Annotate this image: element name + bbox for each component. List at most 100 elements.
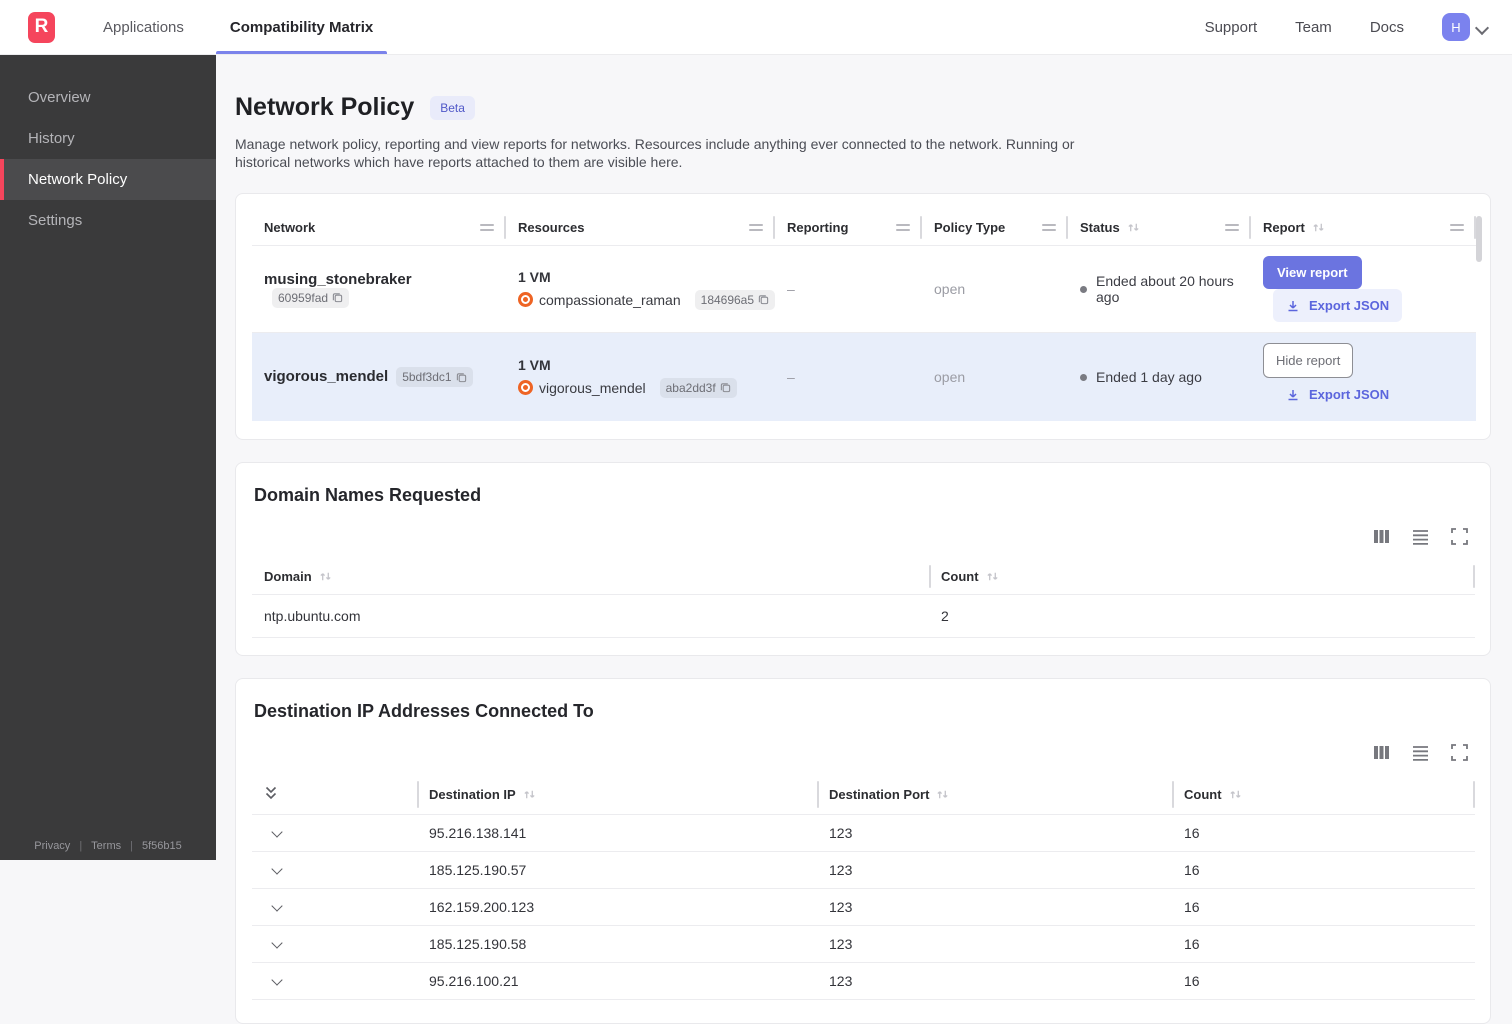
page-title: Network Policy bbox=[235, 93, 414, 122]
table-toolbar bbox=[252, 528, 1468, 545]
columns-icon[interactable] bbox=[1373, 744, 1390, 761]
col-domain[interactable]: Domain bbox=[252, 559, 929, 595]
sidebar-item-settings[interactable]: Settings bbox=[0, 200, 216, 241]
sort-icon[interactable] bbox=[523, 788, 536, 801]
destination-ip: 185.125.190.57 bbox=[417, 851, 817, 888]
col-resources: Resources bbox=[506, 210, 775, 246]
table-row-vigorous-mendel[interactable]: vigorous_mendel5bdf3dc1 1 VM vigorous_me… bbox=[252, 333, 1476, 422]
row-expand-icon[interactable] bbox=[272, 976, 282, 986]
user-menu[interactable]: H bbox=[1442, 13, 1488, 41]
domains-card-title: Domain Names Requested bbox=[252, 479, 1474, 506]
col-count[interactable]: Count bbox=[1172, 775, 1475, 815]
expand-icon[interactable] bbox=[1451, 744, 1468, 761]
page-description: Manage network policy, reporting and vie… bbox=[235, 135, 1115, 171]
network-hash-badge[interactable]: 60959fad bbox=[272, 288, 349, 308]
table-row[interactable]: 162.159.200.123 123 16 bbox=[252, 888, 1475, 925]
column-resize-handle[interactable] bbox=[480, 224, 494, 231]
expand-icon[interactable] bbox=[1451, 528, 1468, 545]
destination-ip: 185.125.190.58 bbox=[417, 925, 817, 962]
sort-icon[interactable] bbox=[1229, 788, 1242, 801]
nav-link-team[interactable]: Team bbox=[1295, 19, 1332, 36]
divider: | bbox=[79, 840, 82, 852]
row-expand-icon[interactable] bbox=[272, 939, 282, 949]
table-row[interactable]: 95.216.100.21 123 16 bbox=[252, 962, 1475, 999]
column-resize-handle[interactable] bbox=[1042, 224, 1056, 231]
sidebar-item-history[interactable]: History bbox=[0, 118, 216, 159]
destination-port: 123 bbox=[817, 851, 1172, 888]
row-expand-icon[interactable] bbox=[272, 828, 282, 838]
top-navbar: R Applications Compatibility Matrix Supp… bbox=[0, 0, 1512, 55]
col-report[interactable]: Report bbox=[1251, 210, 1476, 246]
sidebar-footer: Privacy | Terms | 5f56b15 bbox=[0, 840, 216, 852]
navbar-right: Support Team Docs H bbox=[1205, 13, 1512, 41]
table-toolbar bbox=[252, 744, 1468, 761]
row-expand-icon[interactable] bbox=[272, 865, 282, 875]
col-destination-port[interactable]: Destination Port bbox=[817, 775, 1172, 815]
export-json-button[interactable]: Export JSON bbox=[1273, 289, 1402, 322]
copy-icon bbox=[758, 294, 769, 305]
tab-compatibility-matrix[interactable]: Compatibility Matrix bbox=[216, 0, 387, 54]
row-density-icon[interactable] bbox=[1412, 528, 1429, 545]
col-destination-ip[interactable]: Destination IP bbox=[417, 775, 817, 815]
reporting-value: – bbox=[775, 333, 922, 422]
main-content: Network Policy Beta Manage network polic… bbox=[216, 55, 1512, 1024]
column-resize-handle[interactable] bbox=[1225, 224, 1239, 231]
table-row[interactable]: 185.125.190.58 123 16 bbox=[252, 925, 1475, 962]
count-value: 16 bbox=[1172, 925, 1475, 962]
domains-table-header: Domain Count bbox=[252, 559, 1475, 595]
sidebar-item-network-policy[interactable]: Network Policy bbox=[0, 159, 216, 200]
column-resize-handle[interactable] bbox=[749, 224, 763, 231]
privacy-link[interactable]: Privacy bbox=[34, 840, 70, 852]
nav-link-support[interactable]: Support bbox=[1205, 19, 1258, 36]
vm-count: 1 VM bbox=[518, 357, 763, 373]
col-policy-type: Policy Type bbox=[922, 210, 1068, 246]
vm-count: 1 VM bbox=[518, 269, 763, 285]
col-count[interactable]: Count bbox=[929, 559, 1475, 595]
sort-icon[interactable] bbox=[319, 570, 332, 583]
column-resize-handle[interactable] bbox=[1450, 224, 1464, 231]
double-chevron-down-icon bbox=[264, 785, 278, 801]
count-value: 2 bbox=[929, 595, 1475, 638]
reporting-value: – bbox=[775, 246, 922, 333]
domain-value: ntp.ubuntu.com bbox=[252, 595, 929, 638]
table-scrollbar[interactable] bbox=[1476, 216, 1482, 262]
table-row[interactable]: ntp.ubuntu.com 2 bbox=[252, 595, 1475, 638]
columns-icon[interactable] bbox=[1373, 528, 1390, 545]
download-icon bbox=[1286, 388, 1300, 402]
destination-ip: 162.159.200.123 bbox=[417, 888, 817, 925]
page-header: Network Policy Beta bbox=[235, 93, 1491, 122]
col-status[interactable]: Status bbox=[1068, 210, 1251, 246]
copy-icon bbox=[332, 292, 343, 303]
col-expand-all[interactable] bbox=[252, 775, 417, 815]
chevron-down-icon[interactable] bbox=[1476, 21, 1488, 33]
destination-port: 123 bbox=[817, 888, 1172, 925]
tab-applications[interactable]: Applications bbox=[89, 0, 198, 54]
sidebar-item-overview[interactable]: Overview bbox=[0, 77, 216, 118]
table-row-musing-stonebraker[interactable]: musing_stonebraker60959fad 1 VM compassi… bbox=[252, 246, 1476, 333]
network-hash-badge[interactable]: 5bdf3dc1 bbox=[396, 367, 472, 387]
column-resize-handle[interactable] bbox=[896, 224, 910, 231]
download-icon bbox=[1286, 299, 1300, 313]
table-row[interactable]: 95.216.138.141 123 16 bbox=[252, 814, 1475, 851]
sort-icon[interactable] bbox=[936, 788, 949, 801]
nav-tabs: Applications Compatibility Matrix bbox=[89, 0, 405, 54]
row-expand-icon[interactable] bbox=[272, 902, 282, 912]
table-row[interactable]: 185.125.190.57 123 16 bbox=[252, 851, 1475, 888]
count-value: 16 bbox=[1172, 851, 1475, 888]
destinations-table: Destination IP Destination Port Count 95… bbox=[252, 775, 1475, 1008]
export-json-button[interactable]: Export JSON bbox=[1273, 378, 1402, 411]
row-density-icon[interactable] bbox=[1412, 744, 1429, 761]
hide-report-button[interactable]: Hide report bbox=[1263, 343, 1353, 378]
sort-icon[interactable] bbox=[986, 570, 999, 583]
avatar[interactable]: H bbox=[1442, 13, 1470, 41]
view-report-button[interactable]: View report bbox=[1263, 256, 1362, 289]
resource-hash-badge[interactable]: 184696a5 bbox=[695, 290, 775, 310]
nav-link-docs[interactable]: Docs bbox=[1370, 19, 1404, 36]
resource-hash-badge[interactable]: aba2dd3f bbox=[660, 378, 737, 398]
sort-icon[interactable] bbox=[1127, 221, 1140, 234]
terms-link[interactable]: Terms bbox=[91, 840, 121, 852]
destinations-card: Destination IP Addresses Connected To De… bbox=[235, 678, 1491, 1024]
app-logo[interactable]: R bbox=[28, 12, 55, 43]
destinations-card-title: Destination IP Addresses Connected To bbox=[252, 695, 1474, 722]
sort-icon[interactable] bbox=[1312, 221, 1325, 234]
